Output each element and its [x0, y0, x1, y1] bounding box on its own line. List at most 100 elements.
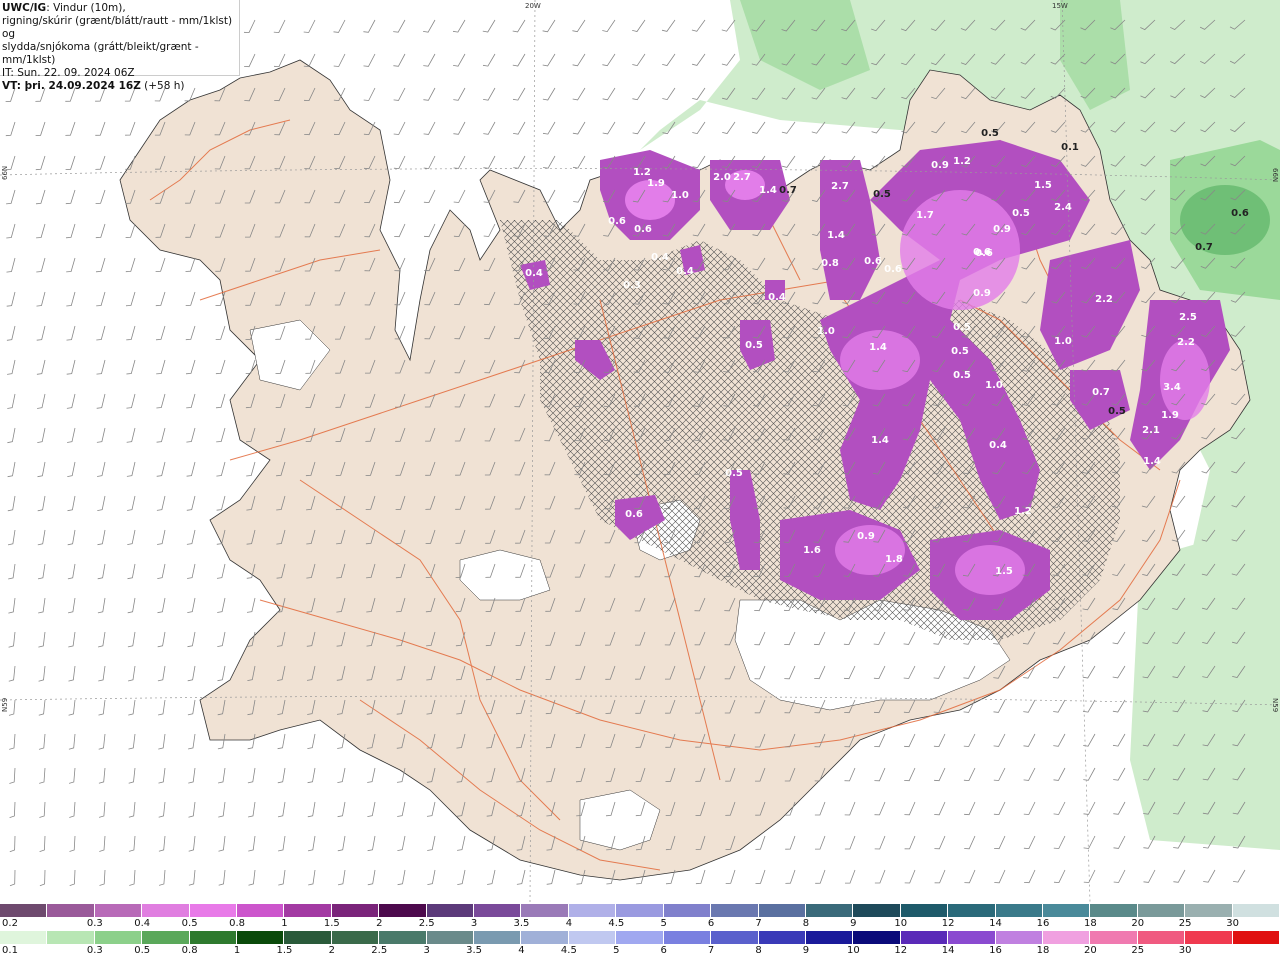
rain-legend-swatch: [900, 931, 949, 944]
rain-legend-label: 16: [989, 945, 1002, 956]
snow-legend-labels: 0.2 0.3 0.4 0.5 0.8 1 1.5 2 2.5 3 3.5 4 4.5 5 6 7 8 9 10 12…: [0, 918, 1280, 931]
snow-legend-swatch: [189, 904, 238, 917]
rain-legend-swatch: [237, 931, 285, 944]
precip-label: 1.4: [827, 230, 845, 241]
snow-legend-swatch: [142, 904, 190, 917]
rain-legend-label: 1.5: [276, 945, 293, 956]
model-name: UWC/IG: [2, 2, 47, 14]
rain-legend-swatch: [0, 931, 48, 944]
precip-label: 0.8: [821, 258, 839, 269]
precip-label: 1.2: [953, 156, 971, 167]
rain-legend-label: 18: [1036, 945, 1050, 956]
precip-label: 0.5: [725, 468, 743, 479]
snow-legend-label: 30: [1226, 918, 1239, 929]
rain-legend-label: 10: [846, 945, 860, 956]
rain-legend-label: 4.5: [560, 945, 577, 956]
precip-label: 2.5: [1179, 312, 1197, 323]
precip-label: 1.0: [671, 190, 689, 201]
snow-legend-label: 8: [802, 918, 810, 929]
rain-color-legend: [0, 931, 1280, 944]
snow-legend-swatch: [0, 904, 48, 917]
precip-label: 0.5: [1108, 406, 1126, 417]
precip-label: 0.9: [973, 288, 991, 299]
precip-label: 0.6: [864, 256, 882, 267]
precip-label: 0.6: [625, 509, 643, 520]
snow-legend-swatch: [995, 904, 1043, 917]
snow-legend-label: 1.5: [323, 918, 340, 929]
snow-legend-swatch: [47, 904, 95, 917]
precip-label: 1.5: [995, 566, 1013, 577]
precip-label: 2.0: [713, 172, 731, 183]
precip-label: 2.7: [733, 172, 751, 183]
precip-label: 0.5: [981, 128, 999, 139]
rain-legend-label: 4: [518, 945, 525, 956]
init-time: IT: Sun. 22. 09. 2024 06Z: [2, 67, 135, 79]
rain-legend-swatch: [711, 931, 759, 944]
precip-label: 1.4: [871, 435, 889, 446]
snow-legend-label: 6: [707, 918, 715, 929]
weather-map: 20W 15W 66N N59 66N N59 1.2 1.9 1.0 0.6 …: [0, 0, 1280, 902]
precip-label: 0.4: [651, 252, 669, 263]
lon-label-20w: 20W: [525, 2, 541, 10]
rain-legend-swatch: [568, 931, 617, 944]
rain-legend-label: 0.1: [2, 945, 18, 956]
precip-label: 0.5: [951, 346, 969, 357]
precip-label: 1.0: [817, 326, 835, 337]
precip-label: 0.5: [745, 340, 763, 351]
title-line-1: UWC/IG: Vindur (10m),: [2, 2, 239, 15]
rain-legend-swatch: [616, 931, 664, 944]
precip-label: 1.6: [803, 545, 821, 556]
precip-label: 0.7: [1195, 242, 1213, 253]
rain-legend-swatch: [948, 931, 996, 944]
snow-legend-label: 3: [470, 918, 478, 929]
precip-label: 2.2: [1095, 294, 1113, 305]
snow-legend-label: 25: [1178, 918, 1192, 929]
snow-legend-label: 4: [565, 918, 573, 929]
rain-legend-label: 9: [802, 945, 810, 956]
rain-legend-label: 3: [423, 945, 430, 956]
rain-legend-swatch: [94, 931, 143, 944]
rain-legend-label: 0.3: [86, 945, 103, 956]
snow-legend-swatch: [948, 904, 996, 917]
precip-label: 0.6: [608, 216, 626, 227]
precip-label: 0.9: [931, 160, 949, 171]
rain-legend-label: 14: [941, 945, 955, 956]
rain-legend-swatch: [758, 931, 806, 944]
snow-legend-label: 14: [989, 918, 1002, 929]
rain-legend-label: 5: [613, 945, 620, 956]
precip-label: 1.5: [1034, 180, 1052, 191]
precip-label: 3.4: [1163, 382, 1181, 393]
rain-legend-label: 1: [233, 945, 241, 956]
precip-label: 1.2: [1014, 506, 1032, 517]
valid-time-line: VT: þri. 24.09.2024 16Z (+58 h): [2, 80, 239, 93]
rain-legend-swatch: [1090, 931, 1138, 944]
snow-legend-swatch: [284, 904, 332, 917]
precip-label: 1.4: [759, 185, 777, 196]
precip-label: 0.9: [993, 224, 1011, 235]
rain-legend-swatch: [805, 931, 854, 944]
snow-legend-label: 4.5: [608, 918, 625, 929]
snow-legend-swatch: [1137, 904, 1186, 917]
rain-legend-swatch: [379, 931, 427, 944]
snow-legend-swatch: [474, 904, 522, 917]
precip-label: 1.0: [985, 380, 1003, 391]
rain-legend-label: 2: [328, 945, 336, 956]
snow-legend-label: 7: [755, 918, 762, 929]
rain-legend-label: 25: [1131, 945, 1145, 956]
precip-label: 0.1: [1061, 142, 1079, 153]
rain-legend-swatch: [1185, 931, 1233, 944]
snow-legend-label: 0.2: [2, 918, 18, 929]
snow-legend-label: 16: [1036, 918, 1050, 929]
rain-legend-swatch: [1042, 931, 1091, 944]
snow-legend-label: 0.5: [181, 918, 198, 929]
rain-legend-label: 0.5: [134, 945, 151, 956]
snow-legend-label: 0.3: [86, 918, 103, 929]
precip-label: 0.6: [884, 264, 902, 275]
lat-label-right-1: 66N: [1271, 168, 1279, 182]
rain-legend-swatch: [474, 931, 522, 944]
rain-legend-swatch: [284, 931, 332, 944]
valid-time: VT: þri. 24.09.2024 16Z: [2, 80, 141, 92]
rain-legend-swatch: [1137, 931, 1186, 944]
precip-label: 0.6: [634, 224, 652, 235]
rain-legend-swatch: [331, 931, 380, 944]
